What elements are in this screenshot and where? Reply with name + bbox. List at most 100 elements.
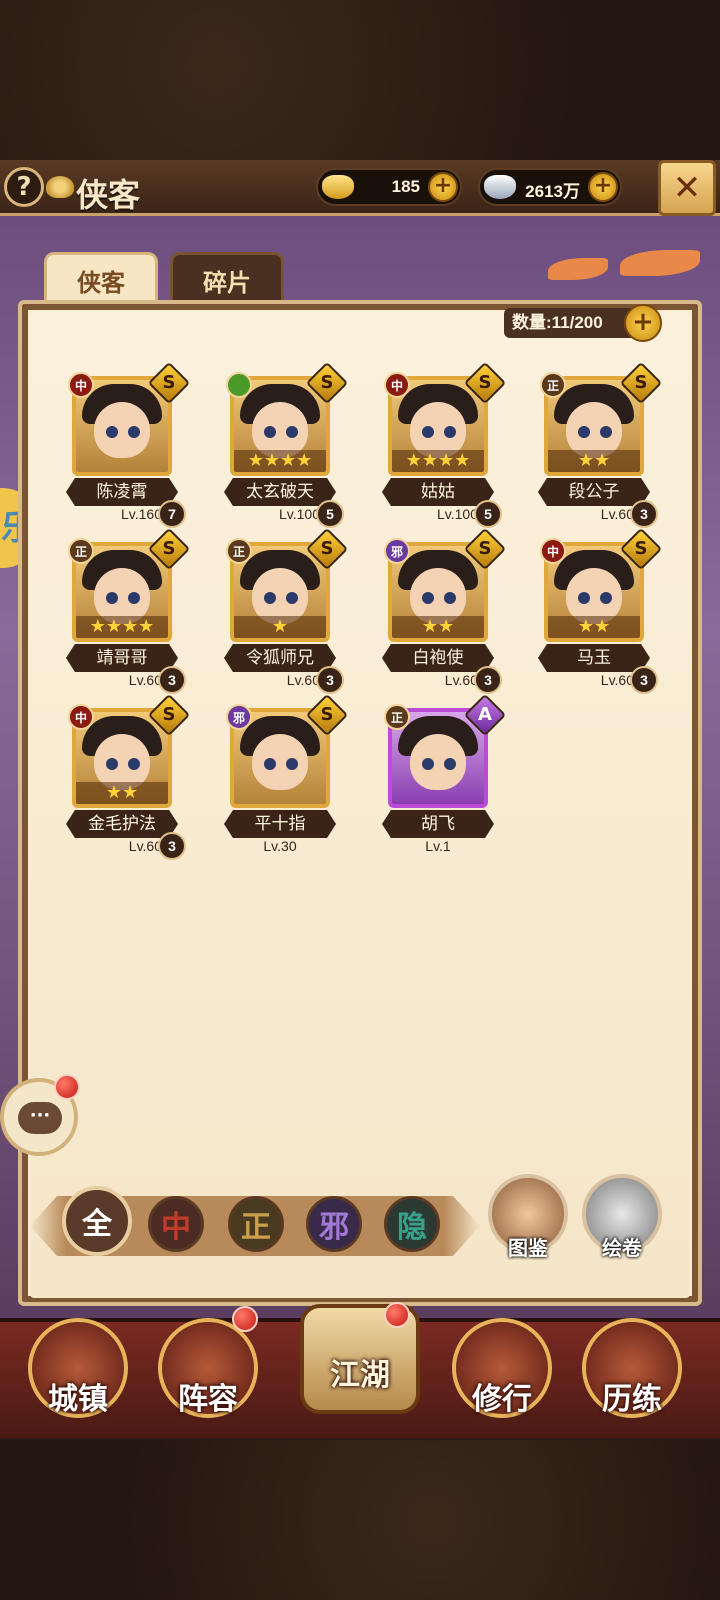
hero-name: 段公子 bbox=[538, 478, 650, 506]
bottom-background bbox=[0, 1440, 720, 1600]
page-title: 侠客 bbox=[76, 176, 141, 214]
hero-eye bbox=[444, 758, 456, 770]
hero-level: Lv.60 bbox=[444, 672, 478, 688]
tab-fragments[interactable]: 碎片 bbox=[170, 252, 284, 306]
filter-xie[interactable]: 邪 bbox=[306, 1196, 362, 1252]
hero-rank-letter: S bbox=[320, 538, 334, 559]
hero-eye bbox=[578, 592, 590, 604]
hero-copy-count: 5 bbox=[316, 500, 344, 528]
hero-eye bbox=[128, 426, 140, 438]
hero-face bbox=[252, 734, 308, 790]
gold-currency: 185 + bbox=[316, 168, 462, 206]
hero-capacity: 数量:11/200 bbox=[504, 308, 634, 338]
hero-eye bbox=[106, 758, 118, 770]
hero-level: Lv.60 bbox=[600, 506, 634, 522]
chat-notification-dot bbox=[54, 1074, 80, 1100]
hero-eye bbox=[286, 758, 298, 770]
hero-faction-badge: 邪 bbox=[384, 538, 410, 564]
gold-amount: 185 bbox=[391, 177, 420, 196]
hero-level: Lv.100 bbox=[437, 506, 478, 522]
help-button[interactable]: ? bbox=[4, 167, 44, 207]
filter-zhong[interactable]: 中 bbox=[148, 1196, 204, 1252]
hero-rank-letter: S bbox=[634, 372, 648, 393]
gold-ingot-icon bbox=[322, 175, 354, 199]
hero-copy-count: 3 bbox=[316, 666, 344, 694]
filter-zheng[interactable]: 正 bbox=[228, 1196, 284, 1252]
nav-lineup-label: 阵容 bbox=[178, 1382, 238, 1417]
silver-currency: 2613万 + bbox=[478, 168, 622, 206]
hero-level: Lv.60 bbox=[128, 672, 162, 688]
hero-name: 姑姑 bbox=[382, 478, 494, 506]
hero-name: 白袍使 bbox=[382, 644, 494, 672]
hero-faction-badge: 中 bbox=[540, 538, 566, 564]
expand-capacity-button[interactable]: + bbox=[624, 304, 662, 342]
hero-card[interactable]: ★★ 中 S 马玉 Lv.60 3 bbox=[538, 527, 692, 702]
hero-rank-letter: S bbox=[162, 538, 176, 559]
hero-level: Lv.160 bbox=[121, 506, 162, 522]
hero-card[interactable]: 邪 S 平十指 Lv.30 bbox=[224, 693, 378, 868]
hero-level: Lv.60 bbox=[600, 672, 634, 688]
hero-card[interactable]: ★★ 正 S 段公子 Lv.60 3 bbox=[538, 361, 692, 536]
close-button[interactable]: ✕ bbox=[658, 160, 716, 216]
hero-card[interactable]: ★★ 邪 S 白袍使 Lv.60 3 bbox=[382, 527, 536, 702]
hero-eye bbox=[106, 426, 118, 438]
hero-stars: ★★★★ bbox=[392, 450, 484, 472]
title-flower-icon bbox=[46, 176, 74, 198]
silver-amount: 2613万 bbox=[525, 182, 580, 201]
scroll-gallery-label: 绘卷 bbox=[602, 1236, 642, 1260]
hero-copy-count: 3 bbox=[474, 666, 502, 694]
hero-stars: ★★ bbox=[548, 450, 640, 472]
hero-faction-badge bbox=[226, 372, 252, 398]
nav-jianghu-label: 江湖 bbox=[330, 1358, 390, 1393]
nav-trial-label: 历练 bbox=[602, 1382, 662, 1417]
codex-label: 图鉴 bbox=[508, 1236, 548, 1260]
hero-name: 平十指 bbox=[224, 810, 336, 838]
hero-level: Lv.60 bbox=[128, 838, 162, 854]
hero-eye bbox=[422, 758, 434, 770]
hero-name: 太玄破天 bbox=[224, 478, 336, 506]
hero-stars: ★★ bbox=[76, 782, 168, 804]
hero-face bbox=[410, 734, 466, 790]
hero-card[interactable]: ★★ 中 S 金毛护法 Lv.60 3 bbox=[66, 693, 220, 868]
hero-card[interactable]: ★★★★ S 太玄破天 Lv.100 5 bbox=[224, 361, 378, 536]
hero-rank-letter: S bbox=[478, 372, 492, 393]
hero-copy-count: 7 bbox=[158, 500, 186, 528]
add-silver-button[interactable]: + bbox=[588, 172, 618, 202]
hero-faction-badge: 中 bbox=[68, 372, 94, 398]
hero-level: Lv.100 bbox=[279, 506, 320, 522]
lineup-notification-dot bbox=[232, 1306, 258, 1332]
hero-faction-badge: 正 bbox=[384, 704, 410, 730]
hero-name: 马玉 bbox=[538, 644, 650, 672]
hero-rank-letter: S bbox=[320, 372, 334, 393]
filter-all[interactable]: 全 bbox=[62, 1186, 132, 1256]
hero-card[interactable]: 正 A 胡飞 Lv.1 bbox=[382, 693, 536, 868]
hero-eye bbox=[286, 426, 298, 438]
nav-town-label: 城镇 bbox=[48, 1382, 108, 1417]
hero-name: 胡飞 bbox=[382, 810, 494, 838]
hero-copy-count: 3 bbox=[630, 500, 658, 528]
hero-rank-letter: S bbox=[162, 704, 176, 725]
hero-name: 靖哥哥 bbox=[66, 644, 178, 672]
hero-eye bbox=[264, 592, 276, 604]
add-gold-button[interactable]: + bbox=[428, 172, 458, 202]
jianghu-notification-dot bbox=[384, 1302, 410, 1328]
chat-icon: ··· bbox=[18, 1102, 62, 1134]
hero-card[interactable]: ★★★★ 正 S 靖哥哥 Lv.60 3 bbox=[66, 527, 220, 702]
hero-card[interactable]: ★★★★ 中 S 姑姑 Lv.100 5 bbox=[382, 361, 536, 536]
hero-card[interactable]: 中 S 陈凌霄 Lv.160 7 bbox=[66, 361, 220, 536]
hero-faction-badge: 正 bbox=[540, 372, 566, 398]
hero-rank-letter: S bbox=[320, 704, 334, 725]
hero-faction-badge: 正 bbox=[226, 538, 252, 564]
filter-yin[interactable]: 隐 bbox=[384, 1196, 440, 1252]
hero-level: Lv.30 bbox=[263, 838, 297, 854]
nav-training-label: 修行 bbox=[472, 1382, 532, 1417]
hero-stars: ★ bbox=[234, 616, 326, 638]
hero-copy-count: 3 bbox=[158, 666, 186, 694]
hero-card[interactable]: ★ 正 S 令狐师兄 Lv.60 3 bbox=[224, 527, 378, 702]
hero-eye bbox=[578, 426, 590, 438]
hero-eye bbox=[128, 758, 140, 770]
tab-heroes[interactable]: 侠客 bbox=[44, 252, 158, 306]
hero-eye bbox=[264, 758, 276, 770]
hero-stars: ★★★★ bbox=[76, 616, 168, 638]
hero-eye bbox=[600, 426, 612, 438]
